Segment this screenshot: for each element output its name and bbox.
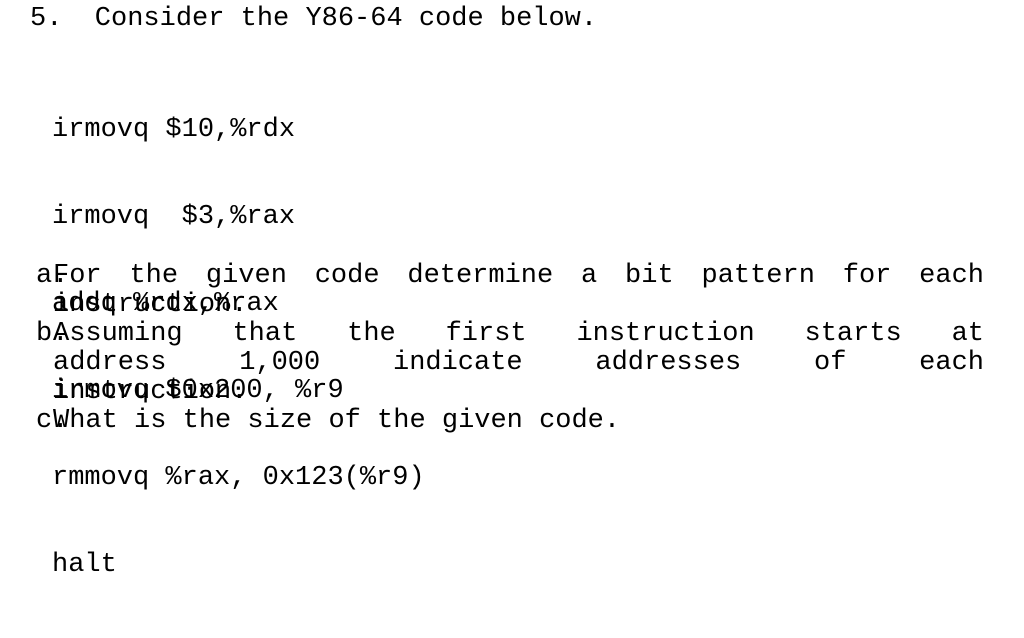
document-page: 5. Consider the Y86-64 code below. irmov… [0,0,1024,580]
list-marker: c. [36,406,69,436]
code-line: halt [52,550,117,580]
sub-question-a-line-2: instruction. [53,290,248,320]
sub-question-a-line-1: For the given code determine a bit patte… [53,261,984,291]
sub-question-a-text: For the given code determine a bit patte… [53,262,984,320]
sub-question-c: c. What is the size of the given code. [36,407,984,436]
sub-question-b-line-1: Assuming that the first instruction star… [53,319,984,349]
sub-question-a: a. For the given code determine a bit pa… [36,262,984,320]
sub-question-b-line-3: instruction. [53,377,248,407]
code-line: irmovq $10,%rdx [52,115,296,145]
sub-question-b-text: Assuming that the first instruction star… [53,320,984,407]
code-line: rmmovq %rax, 0x123(%r9) [52,463,425,493]
list-marker: b. [36,319,69,349]
code-line: irmovq $3,%rax [52,202,296,232]
sub-question-list: a. For the given code determine a bit pa… [36,262,984,436]
sub-question-c-line-1: What is the size of the given code. [53,406,621,436]
list-marker: a. [36,261,69,291]
sub-question-b-line-2: address 1,000 indicate addresses of each [53,348,984,378]
page-title: 5. Consider the Y86-64 code below. [30,4,598,34]
sub-question-c-text: What is the size of the given code. [53,407,984,436]
sub-question-b: b. Assuming that the first instruction s… [36,320,984,407]
